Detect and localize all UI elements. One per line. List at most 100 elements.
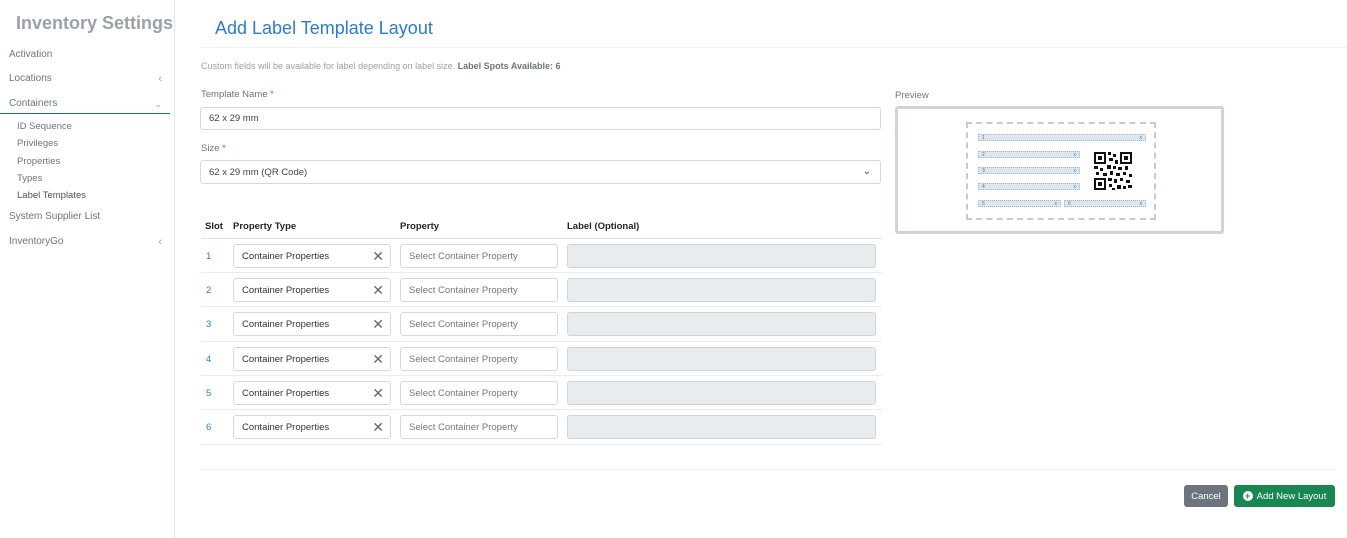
property-placeholder: Select Container Property: [409, 318, 518, 330]
slot-number: 2: [206, 285, 212, 296]
sidebar: Inventory Settings Activation Locations …: [0, 0, 175, 538]
page-title: Add Label Template Layout: [215, 18, 433, 38]
property-type-value: Container Properties: [242, 250, 330, 262]
property-type-select[interactable]: Container Properties ✕: [233, 381, 391, 405]
chevron-left-icon: ‹: [158, 236, 162, 248]
label-input[interactable]: [567, 347, 876, 371]
clear-icon[interactable]: ✕: [372, 248, 384, 264]
property-select[interactable]: Select Container Property: [400, 244, 558, 268]
sidebar-item-inventorygo[interactable]: InventoryGo ‹: [0, 232, 170, 252]
sidebar-subitem-id-sequence[interactable]: ID Sequence: [17, 118, 72, 135]
preview-slot-number: 4: [982, 184, 985, 190]
sidebar-item-containers[interactable]: Containers ⌄: [0, 94, 170, 114]
preview-slot-number: 6: [1068, 201, 1071, 207]
sidebar-item-activation[interactable]: Activation: [0, 45, 170, 65]
slot-number: 5: [206, 388, 212, 399]
clear-icon[interactable]: ✕: [372, 385, 384, 401]
preview-slot: 2 x: [978, 151, 1080, 158]
slot-number: 3: [206, 319, 212, 330]
clear-icon[interactable]: ✕: [372, 316, 384, 332]
size-label-text: Size: [201, 143, 220, 154]
column-header-slot: Slot: [205, 221, 223, 232]
sidebar-subitem-label-templates[interactable]: Label Templates: [17, 187, 86, 204]
clear-icon[interactable]: ✕: [372, 419, 384, 435]
required-mark: *: [270, 89, 274, 100]
clear-icon[interactable]: ✕: [372, 282, 384, 298]
slot-number: 6: [206, 422, 212, 433]
sidebar-item-label: Locations: [9, 73, 52, 84]
label-input[interactable]: [567, 278, 876, 302]
required-mark: *: [222, 143, 226, 154]
add-new-layout-label: Add New Layout: [1256, 490, 1327, 502]
property-type-value: Container Properties: [242, 353, 330, 365]
divider: [201, 469, 1335, 470]
clear-icon[interactable]: ✕: [372, 351, 384, 367]
plus-circle-icon: +: [1242, 491, 1253, 501]
sidebar-item-label: Activation: [9, 49, 53, 60]
row-divider: [201, 409, 882, 410]
preview-slot: 3 x: [978, 167, 1080, 174]
cancel-button-label: Cancel: [1191, 490, 1221, 502]
row-divider: [201, 341, 882, 342]
slot-number: 1: [206, 251, 212, 262]
main-content: Add Label Template Layout Custom fields …: [186, 0, 1347, 538]
preview-slot-remove: x: [1054, 201, 1058, 207]
chevron-down-icon: ⌄: [154, 99, 162, 109]
chevron-down-icon: ⌄: [862, 166, 871, 177]
template-name-input[interactable]: 62 x 29 mm: [200, 107, 881, 130]
divider: [200, 47, 1347, 48]
label-input[interactable]: [567, 312, 876, 336]
sidebar-title: Inventory Settings: [16, 13, 174, 33]
preview-slot-remove: x: [1073, 184, 1077, 190]
preview-slot-remove: x: [1139, 201, 1143, 207]
column-header-label: Label (Optional): [567, 221, 640, 232]
property-select[interactable]: Select Container Property: [400, 381, 558, 405]
property-type-value: Container Properties: [242, 421, 330, 433]
size-select[interactable]: 62 x 29 mm (QR Code) ⌄: [200, 160, 881, 184]
label-preview: 1 x 2 x 3 x 4 x 5 x 6 x: [895, 106, 1224, 234]
sidebar-item-label: InventoryGo: [9, 236, 64, 247]
label-input[interactable]: [567, 244, 876, 268]
preview-slot: 5 x: [978, 200, 1061, 207]
property-select[interactable]: Select Container Property: [400, 347, 558, 371]
row-divider: [201, 306, 882, 307]
size-label: Size *: [201, 143, 226, 154]
cancel-button[interactable]: Cancel: [1184, 485, 1228, 507]
template-name-label: Template Name *: [201, 89, 274, 100]
property-type-select[interactable]: Container Properties ✕: [233, 312, 391, 336]
sidebar-item-system-supplier-list[interactable]: System Supplier List: [0, 207, 170, 227]
property-placeholder: Select Container Property: [409, 353, 518, 365]
label-spots-available: Label Spots Available: 6: [457, 61, 561, 71]
property-select[interactable]: Select Container Property: [400, 415, 558, 439]
add-new-layout-button[interactable]: + Add New Layout: [1234, 485, 1335, 507]
slot-number: 4: [206, 354, 212, 365]
property-placeholder: Select Container Property: [409, 387, 518, 399]
property-type-select[interactable]: Container Properties ✕: [233, 347, 391, 371]
size-select-value: 62 x 29 mm (QR Code): [209, 166, 308, 178]
preview-slot: 1 x: [978, 134, 1146, 141]
sidebar-subitem-types[interactable]: Types: [17, 170, 42, 187]
preview-slot-remove: x: [1073, 168, 1077, 174]
column-header-property: Property: [400, 221, 440, 232]
sidebar-item-label: Containers: [9, 98, 58, 109]
sidebar-subitem-privileges[interactable]: Privileges: [17, 135, 58, 152]
property-type-value: Container Properties: [242, 284, 330, 296]
property-type-select[interactable]: Container Properties ✕: [233, 244, 391, 268]
property-type-select[interactable]: Container Properties ✕: [233, 415, 391, 439]
row-divider: [201, 444, 882, 445]
preview-slot-remove: x: [1073, 152, 1077, 158]
chevron-left-icon: ‹: [158, 73, 162, 85]
property-select[interactable]: Select Container Property: [400, 278, 558, 302]
sidebar-subitem-properties[interactable]: Properties: [17, 153, 60, 170]
template-name-label-text: Template Name: [201, 89, 268, 100]
property-type-value: Container Properties: [242, 387, 330, 399]
property-select[interactable]: Select Container Property: [400, 312, 558, 336]
label-input[interactable]: [567, 381, 876, 405]
label-preview-canvas: 1 x 2 x 3 x 4 x 5 x 6 x: [966, 122, 1156, 220]
table-header-divider: [201, 238, 882, 239]
preview-slot-number: 3: [982, 168, 985, 174]
sidebar-item-locations[interactable]: Locations ‹: [0, 69, 170, 89]
property-type-select[interactable]: Container Properties ✕: [233, 278, 391, 302]
label-input[interactable]: [567, 415, 876, 439]
preview-slot-number: 5: [982, 201, 985, 207]
